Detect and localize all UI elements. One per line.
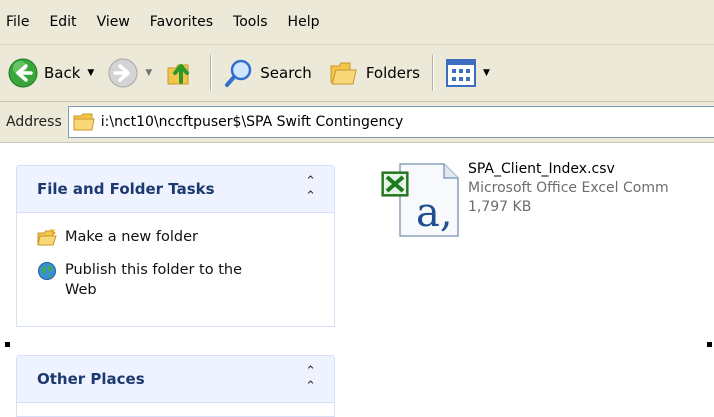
excel-csv-file-icon: a, <box>381 163 459 237</box>
toolbar-separator <box>431 55 434 91</box>
back-label: Back <box>44 64 81 82</box>
forward-button[interactable]: ▼ <box>104 53 156 93</box>
pane-title: File and Folder Tasks <box>37 180 215 198</box>
search-icon <box>225 59 252 87</box>
menu-bar: File Edit View Favorites Tools Help <box>0 0 714 45</box>
views-button[interactable]: ▼ <box>442 53 494 93</box>
folders-label: Folders <box>365 64 420 82</box>
forward-dropdown-icon[interactable]: ▼ <box>145 68 152 78</box>
task-label: Make a new folder <box>65 229 198 245</box>
globe-icon <box>38 262 56 280</box>
svg-text:a,: a, <box>416 190 453 236</box>
toolbar-separator <box>210 55 213 91</box>
selection-marker <box>707 342 712 347</box>
menu-help[interactable]: Help <box>279 14 331 30</box>
toolbar: Back ▼ ▼ Search Folders ▼ <box>0 45 714 102</box>
file-type: Microsoft Office Excel Comm <box>468 180 669 196</box>
selection-marker <box>5 342 10 347</box>
file-name: SPA_Client_Index.csv <box>468 161 615 177</box>
menu-view[interactable]: View <box>88 14 141 30</box>
collapse-chevron-icon[interactable]: ⌃ ⌃ <box>305 364 316 394</box>
forward-arrow-icon <box>108 58 138 88</box>
task-publish-to-web[interactable]: Publish this folder to the Web <box>37 260 320 300</box>
up-folder-button[interactable] <box>160 53 202 93</box>
address-path: i:\nct10\nccftpuser$\SPA Swift Contingen… <box>100 114 404 130</box>
address-bar: Address i:\nct10\nccftpuser$\SPA Swift C… <box>0 102 714 143</box>
back-button[interactable]: Back ▼ <box>4 53 98 93</box>
pane-header[interactable]: File and Folder Tasks ⌃ ⌃ <box>17 166 334 213</box>
menu-favorites[interactable]: Favorites <box>141 14 224 30</box>
back-arrow-icon <box>8 58 38 88</box>
address-input[interactable]: i:\nct10\nccftpuser$\SPA Swift Contingen… <box>67 106 714 138</box>
file-details: SPA_Client_Index.csv Microsoft Office Ex… <box>468 160 669 240</box>
other-places-pane: Other Places ⌃ ⌃ <box>16 355 335 417</box>
views-dropdown-icon[interactable]: ▼ <box>483 68 490 78</box>
file-size: 1,797 KB <box>468 199 532 215</box>
pane-header[interactable]: Other Places ⌃ ⌃ <box>17 356 334 403</box>
menu-edit[interactable]: Edit <box>40 14 87 30</box>
collapse-chevron-icon[interactable]: ⌃ ⌃ <box>305 174 316 204</box>
task-make-new-folder[interactable]: Make a new folder <box>37 227 320 248</box>
new-folder-icon <box>37 228 57 246</box>
back-dropdown-icon[interactable]: ▼ <box>87 68 94 78</box>
folder-icon <box>73 113 95 131</box>
search-label: Search <box>260 64 312 82</box>
file-folder-tasks-pane: File and Folder Tasks ⌃ ⌃ Make a new fold… <box>16 165 335 327</box>
address-label: Address <box>6 114 62 130</box>
search-button[interactable]: Search <box>220 53 316 93</box>
file-item[interactable]: a, SPA_Client_Index.csv Microsoft Office… <box>378 160 669 240</box>
pane-body: Make a new folder Publish this folder to… <box>17 213 334 314</box>
folders-icon <box>330 62 357 85</box>
views-icon <box>445 59 476 87</box>
folders-button[interactable]: Folders <box>324 53 424 93</box>
menu-tools[interactable]: Tools <box>224 14 279 30</box>
up-folder-icon <box>167 64 190 85</box>
menu-file[interactable]: File <box>0 14 40 30</box>
pane-title: Other Places <box>37 370 145 388</box>
task-label: Publish this folder to the Web <box>65 262 243 298</box>
